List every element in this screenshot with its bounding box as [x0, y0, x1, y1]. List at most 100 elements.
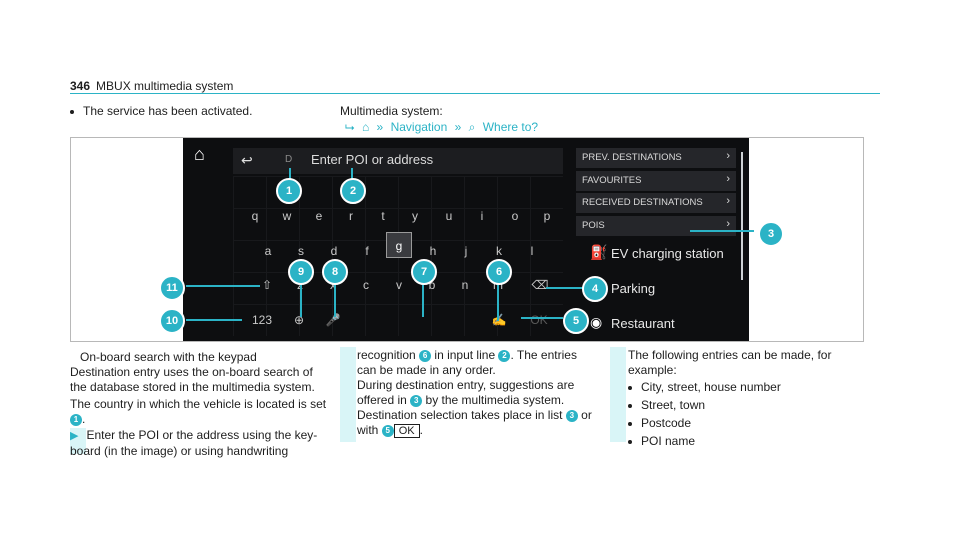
- key-p[interactable]: p: [537, 209, 557, 223]
- poi-restaurant[interactable]: Restaurant: [611, 316, 675, 331]
- leader-line: [690, 230, 754, 232]
- numbers-key[interactable]: 123: [247, 313, 277, 327]
- key-h[interactable]: h: [423, 244, 443, 258]
- callout-1: 1: [276, 178, 302, 204]
- navigation-path: ⮡ ⌂ » Navigation » ⌕ Where to?: [345, 120, 542, 135]
- leader-line: [334, 281, 336, 317]
- menu-label: RECEIVED DESTINATIONS: [582, 197, 703, 208]
- col3-text: The following entries can be made, for e…: [628, 348, 832, 377]
- key-c[interactable]: c: [356, 278, 376, 292]
- list-scrollbar[interactable]: [741, 152, 743, 280]
- key-q[interactable]: q: [245, 209, 265, 223]
- path-where-to: Where to?: [482, 120, 539, 134]
- ref-callout-3: 3: [565, 409, 578, 422]
- body-text-2a: The country in which the vehicle is loca…: [70, 397, 327, 411]
- key-l[interactable]: l: [522, 244, 542, 258]
- key-f[interactable]: f: [357, 244, 377, 258]
- list-item: POI name: [628, 432, 868, 450]
- leader-line: [300, 281, 302, 317]
- leader-line: [497, 281, 499, 321]
- path-separator-icon: »: [454, 120, 462, 134]
- ok-key[interactable]: OK: [529, 313, 549, 327]
- back-icon[interactable]: ↩: [241, 152, 253, 169]
- step-marker-bar: [610, 347, 626, 442]
- globe-icon[interactable]: ⊕: [289, 313, 309, 327]
- callout-10: 10: [159, 308, 185, 334]
- list-item: Postcode: [628, 414, 868, 432]
- shift-key-icon[interactable]: ⇧: [257, 278, 277, 292]
- page-number: 346: [70, 79, 91, 93]
- input-country-char: D: [285, 154, 293, 165]
- input-line[interactable]: D Enter POI or address: [233, 148, 563, 174]
- callout-5: 5: [563, 308, 589, 334]
- chevron-right-icon: ›: [726, 150, 730, 162]
- body-text-2: The country in which the vehicle is loca…: [70, 397, 330, 427]
- microphone-icon[interactable]: 🎤: [323, 313, 343, 327]
- key-s[interactable]: s: [291, 244, 311, 258]
- col2-text: recognition 6 in input line 2. The entri…: [357, 348, 597, 438]
- col2-t2: in input line: [434, 348, 496, 362]
- leader-line: [546, 287, 584, 289]
- step-marker-bar: [340, 347, 356, 442]
- key-a[interactable]: a: [258, 244, 278, 258]
- input-placeholder: Enter POI or address: [311, 152, 434, 167]
- header-divider: [70, 93, 880, 94]
- key-t[interactable]: t: [373, 209, 393, 223]
- ref-callout-6: 6: [419, 349, 432, 362]
- key-o[interactable]: o: [505, 209, 525, 223]
- chevron-right-icon: ›: [726, 218, 730, 230]
- key-u[interactable]: u: [439, 209, 459, 223]
- system-label: Multimedia system:: [340, 104, 443, 118]
- home-icon: ⌂: [361, 120, 370, 134]
- menu-pois[interactable]: POIS ›: [576, 216, 736, 236]
- key-y[interactable]: y: [405, 209, 425, 223]
- menu-favourites[interactable]: FAVOURITES ›: [576, 171, 736, 191]
- key-i[interactable]: i: [472, 209, 492, 223]
- body-text-1: Destination entry uses the on-board sear…: [70, 365, 315, 394]
- page-title: MBUX multimedia system: [96, 79, 234, 93]
- leader-line: [186, 285, 260, 287]
- poi-ev-charging[interactable]: EV charging station: [611, 246, 724, 261]
- key-r[interactable]: r: [341, 209, 361, 223]
- body-text-2b: .: [82, 412, 86, 426]
- ref-callout-1: 1: [70, 413, 82, 426]
- key-n[interactable]: n: [455, 278, 475, 292]
- ok-button-ref: OK: [393, 424, 420, 438]
- step-text: Enter the POI or the address using the k…: [70, 428, 318, 458]
- key-d[interactable]: d: [324, 244, 344, 258]
- col2-t1: recognition: [357, 348, 416, 362]
- list-item: City, street, house number: [628, 378, 868, 396]
- leader-line: [186, 319, 242, 321]
- callout-8: 8: [322, 259, 348, 285]
- path-arrow-icon: ⮡: [345, 120, 355, 134]
- key-g-highlighted[interactable]: g: [386, 232, 412, 258]
- key-v[interactable]: v: [389, 278, 409, 292]
- path-navigation: Navigation: [390, 120, 448, 134]
- menu-label: FAVOURITES: [582, 175, 642, 186]
- menu-received-destinations[interactable]: RECEIVED DESTINATIONS ›: [576, 193, 736, 213]
- prerequisite-bullet: The service has been activated.: [70, 104, 252, 118]
- callout-7: 7: [411, 259, 437, 285]
- ref-callout-3: 3: [410, 394, 423, 407]
- home-icon[interactable]: ⌂: [194, 144, 205, 165]
- handwriting-icon[interactable]: ✍: [489, 313, 509, 327]
- callout-4: 4: [582, 276, 608, 302]
- callout-3: 3: [758, 221, 784, 247]
- prerequisite-text: The service has been activated.: [83, 104, 253, 118]
- menu-prev-destinations[interactable]: PREV. DESTINATIONS ›: [576, 148, 736, 168]
- key-w[interactable]: w: [277, 209, 297, 223]
- list-item: Street, town: [628, 396, 868, 414]
- poi-parking[interactable]: Parking: [611, 281, 655, 296]
- chevron-right-icon: ›: [726, 195, 730, 207]
- backspace-icon[interactable]: ⌫: [530, 278, 550, 292]
- instruction-step: ▶ Enter the POI or the address using the …: [70, 428, 330, 459]
- key-e[interactable]: e: [309, 209, 329, 223]
- figure-caption: On-board search with the keypad: [80, 350, 257, 364]
- leader-line: [521, 317, 563, 319]
- chevron-right-icon: ›: [726, 173, 730, 185]
- page-header: 346 MBUX multimedia system: [70, 79, 233, 93]
- key-j[interactable]: j: [456, 244, 476, 258]
- key-k[interactable]: k: [489, 244, 509, 258]
- col2-t7: .: [419, 423, 423, 437]
- bullet-dot-icon: [70, 109, 74, 114]
